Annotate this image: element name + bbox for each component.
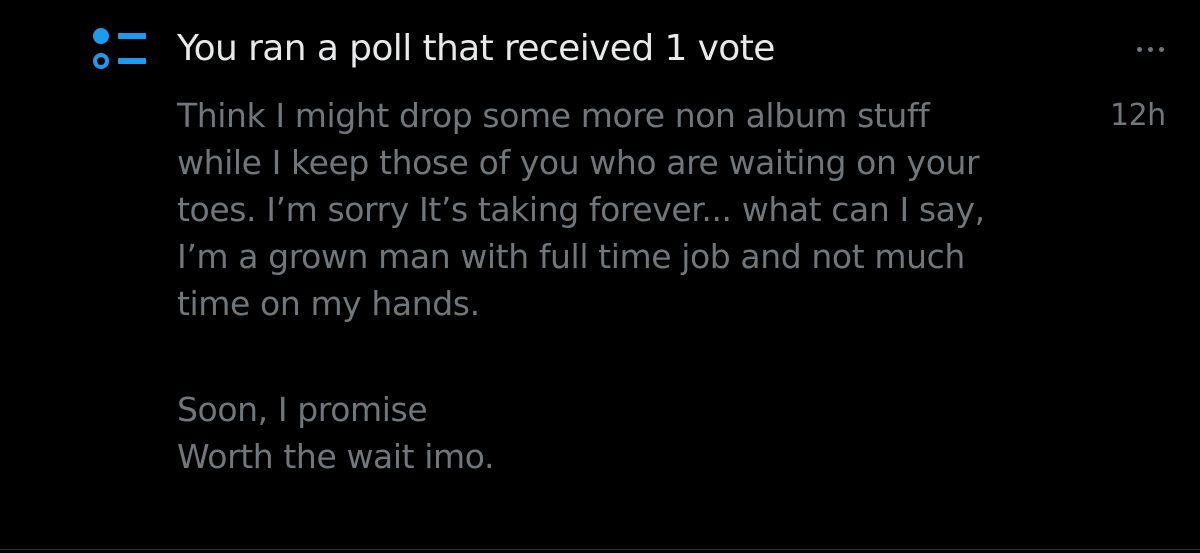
post-text[interactable]: Think I might drop some more non album s… <box>177 92 1117 480</box>
poll-icon <box>92 26 150 74</box>
post-text-line: Think I might drop some more non album s… <box>177 96 930 135</box>
post-text-line: Soon, I promise <box>177 390 428 429</box>
more-horizontal-icon <box>1136 46 1142 52</box>
post-text-line: Worth the wait imo. <box>177 437 495 476</box>
post-text-line: toes. I’m sorry It’s taking forever... w… <box>177 190 985 229</box>
more-options-button[interactable] <box>1124 34 1176 64</box>
timestamp[interactable]: 12h <box>1110 92 1166 139</box>
divider <box>0 549 1200 550</box>
poll-notification[interactable]: You ran a poll that received 1 vote Thin… <box>0 0 1200 553</box>
post-text-line: I’m a grown man with full time job and n… <box>177 237 965 276</box>
post-text-line: while I keep those of you who are waitin… <box>177 143 980 182</box>
notification-title: You ran a poll that received 1 vote <box>177 28 775 69</box>
post-text-line: time on my hands. <box>177 284 480 323</box>
